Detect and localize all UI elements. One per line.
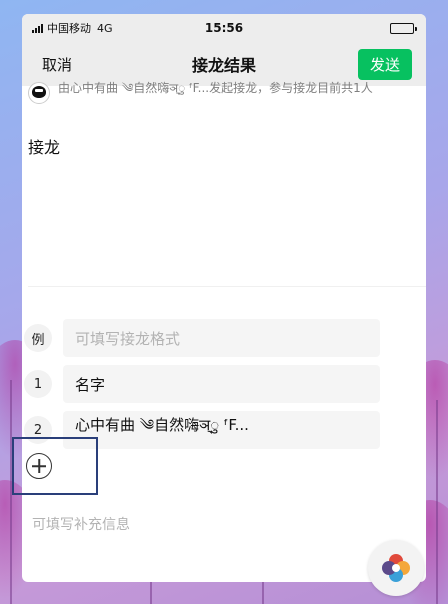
entry-input[interactable]: 名字 — [63, 365, 380, 403]
avatar — [28, 82, 50, 104]
entry-row-1: 1 名字 — [24, 364, 380, 404]
row-badge: 1 — [24, 370, 52, 398]
topic-text[interactable]: 接龙 — [28, 134, 60, 158]
plus-circle-icon — [26, 453, 52, 479]
example-row: 例 可填写接龙格式 — [24, 318, 380, 358]
supplement-input[interactable]: 可填写补充信息 — [32, 514, 130, 534]
initiator-info: 由心中有曲 ༄自然嗨ञ्ु ᶠF...发起接龙，参与接龙目前共1人 — [28, 80, 384, 104]
add-entry-button[interactable] — [12, 437, 98, 495]
network-type: 4G — [97, 21, 113, 35]
floating-widget-button[interactable] — [368, 540, 424, 596]
multicolor-flower-icon — [382, 554, 410, 582]
signal-icon — [32, 23, 43, 33]
status-time: 15:56 — [204, 21, 244, 35]
format-input[interactable]: 可填写接龙格式 — [63, 319, 380, 357]
send-button[interactable]: 发送 — [358, 48, 412, 80]
battery-icon — [390, 23, 417, 34]
row-badge: 例 — [24, 324, 52, 352]
entry-input[interactable]: 心中有曲 ༄自然嗨ञ्ु ᶠF... — [63, 411, 380, 449]
page-title: 接龙结果 — [191, 56, 257, 75]
carrier-name: 中国移动 — [47, 22, 91, 35]
status-bar: 中国移动 4G 15:56 — [22, 14, 426, 42]
cancel-button[interactable]: 取消 — [42, 54, 72, 75]
divider — [28, 286, 426, 287]
initiator-text: 由心中有曲 ༄自然嗨ञ्ु ᶠF...发起接龙，参与接龙目前共1人 — [58, 81, 373, 95]
